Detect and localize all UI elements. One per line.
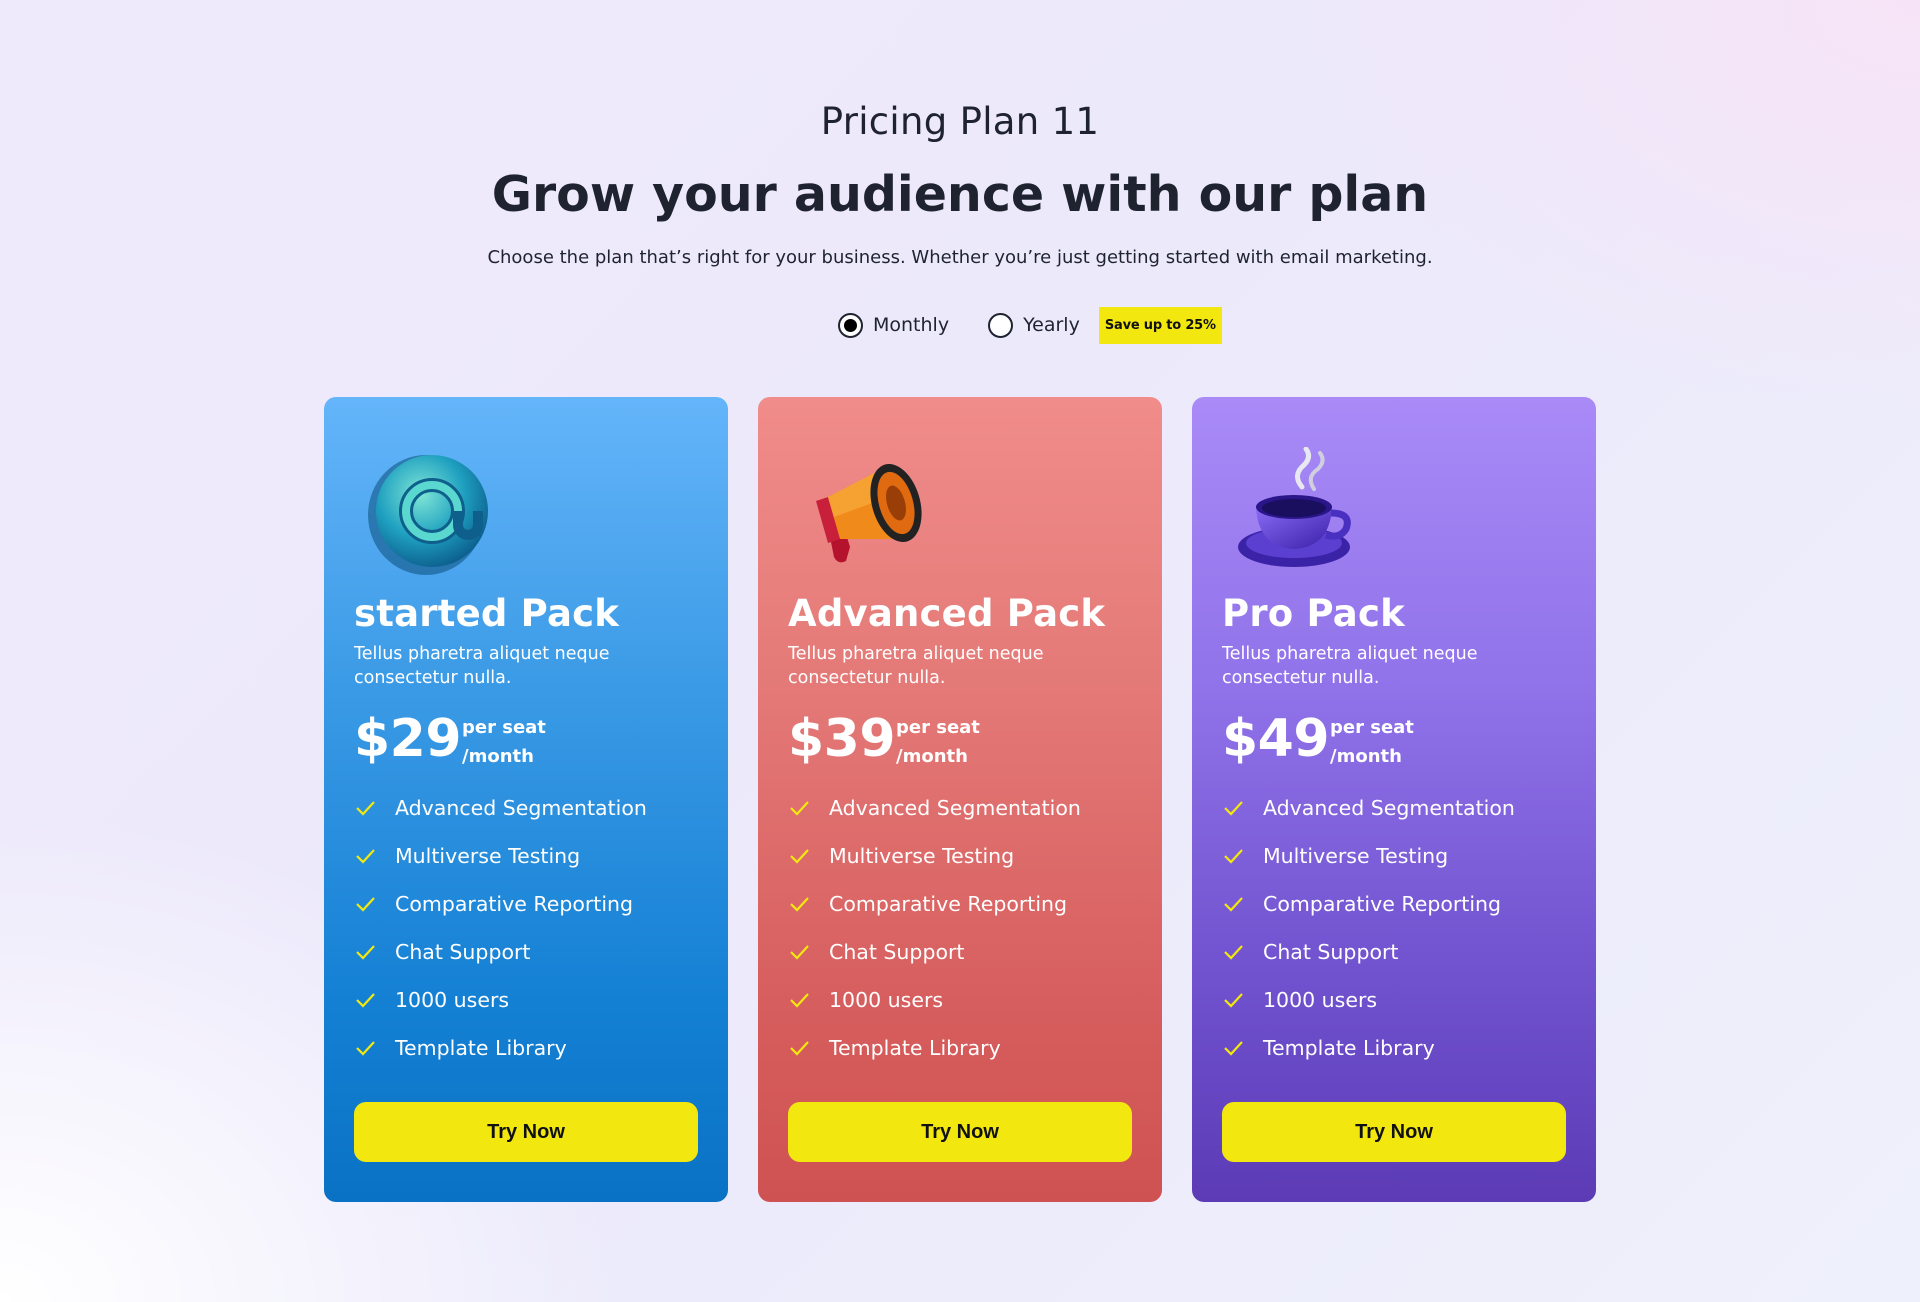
check-icon — [354, 795, 380, 821]
check-icon — [1222, 939, 1248, 965]
feature-item: 1000 users — [1222, 976, 1515, 1024]
feature-label: Template Library — [1263, 1036, 1435, 1060]
feature-label: Advanced Segmentation — [829, 796, 1081, 820]
check-icon — [1222, 843, 1248, 869]
coffee-cup-icon — [1238, 447, 1351, 567]
feature-label: Multiverse Testing — [395, 844, 581, 868]
per-month-label: /month — [896, 746, 968, 767]
feature-list: Advanced Segmentation Multiverse Testing… — [354, 784, 647, 1072]
check-icon — [788, 1035, 814, 1061]
feature-label: 1000 users — [395, 988, 510, 1012]
per-seat-label: per seat — [1330, 717, 1414, 738]
yearly-label: Yearly — [1023, 314, 1080, 336]
plan-price: $39 — [788, 709, 896, 769]
price-period: per seat /month — [1330, 713, 1414, 771]
monthly-label: Monthly — [873, 314, 950, 336]
feature-list: Advanced Segmentation Multiverse Testing… — [1222, 784, 1515, 1072]
feature-item: 1000 users — [788, 976, 1081, 1024]
feature-label: Chat Support — [829, 940, 965, 964]
check-icon — [788, 843, 814, 869]
plan-title: Pro Pack — [1222, 592, 1405, 635]
check-icon — [788, 795, 814, 821]
monthly-radio[interactable] — [838, 312, 863, 338]
feature-item: Advanced Segmentation — [1222, 784, 1515, 832]
per-seat-label: per seat — [896, 717, 980, 738]
yearly-option[interactable]: Yearly — [988, 312, 1080, 338]
plan-description: Tellus pharetra aliquet neque consectetu… — [788, 644, 1044, 688]
check-icon — [354, 939, 380, 965]
at-sign-icon — [368, 455, 488, 575]
feature-item: 1000 users — [354, 976, 647, 1024]
feature-label: Multiverse Testing — [1263, 844, 1449, 868]
plan-card-pro: Pro Pack Tellus pharetra aliquet neque c… — [1192, 397, 1596, 1202]
feature-label: Chat Support — [395, 940, 531, 964]
feature-item: Multiverse Testing — [1222, 832, 1515, 880]
check-icon — [788, 939, 814, 965]
feature-label: 1000 users — [1263, 988, 1378, 1012]
try-now-button[interactable]: Try Now — [788, 1102, 1132, 1162]
yearly-radio[interactable] — [988, 312, 1014, 338]
check-icon — [1222, 1035, 1248, 1061]
feature-item: Comparative Reporting — [788, 880, 1081, 928]
price-period: per seat /month — [896, 713, 980, 771]
feature-item: Chat Support — [354, 928, 647, 976]
feature-label: Advanced Segmentation — [395, 796, 647, 820]
megaphone-icon — [816, 463, 922, 563]
feature-label: Template Library — [395, 1036, 567, 1060]
feature-label: Comparative Reporting — [395, 892, 634, 916]
plan-card-advanced: Advanced Pack Tellus pharetra aliquet ne… — [758, 397, 1162, 1202]
plan-description: Tellus pharetra aliquet neque consectetu… — [1222, 644, 1478, 688]
monthly-option[interactable]: Monthly — [838, 312, 950, 338]
feature-item: Chat Support — [788, 928, 1081, 976]
feature-item: Advanced Segmentation — [354, 784, 647, 832]
save-badge: Save up to 25% — [1098, 306, 1222, 344]
per-seat-label: per seat — [462, 717, 546, 738]
feature-label: Multiverse Testing — [829, 844, 1015, 868]
feature-label: Comparative Reporting — [1263, 892, 1502, 916]
feature-item: Comparative Reporting — [1222, 880, 1515, 928]
check-icon — [788, 891, 814, 917]
feature-item: Chat Support — [1222, 928, 1515, 976]
section-eyebrow: Pricing Plan 11 — [820, 100, 1100, 143]
check-icon — [1222, 891, 1248, 917]
page-title: Grow your audience with our plan — [491, 166, 1429, 223]
feature-item: Template Library — [354, 1024, 647, 1072]
feature-item: Template Library — [1222, 1024, 1515, 1072]
feature-label: 1000 users — [829, 988, 944, 1012]
feature-label: Template Library — [829, 1036, 1001, 1060]
check-icon — [788, 987, 814, 1013]
plan-description: Tellus pharetra aliquet neque consectetu… — [354, 644, 610, 688]
feature-label: Advanced Segmentation — [1263, 796, 1515, 820]
try-now-button[interactable]: Try Now — [1222, 1102, 1566, 1162]
feature-label: Comparative Reporting — [829, 892, 1068, 916]
plan-title: Advanced Pack — [788, 592, 1106, 635]
per-month-label: /month — [462, 746, 534, 767]
billing-toggle: Monthly Yearly Save up to 25% — [838, 306, 1222, 344]
page-subtitle: Choose the plan that’s right for your bu… — [487, 247, 1433, 268]
feature-item: Template Library — [788, 1024, 1081, 1072]
try-now-button[interactable]: Try Now — [354, 1102, 698, 1162]
check-icon — [354, 987, 380, 1013]
check-icon — [354, 891, 380, 917]
price-period: per seat /month — [462, 713, 546, 771]
per-month-label: /month — [1330, 746, 1402, 767]
feature-item: Advanced Segmentation — [788, 784, 1081, 832]
plan-price: $29 — [354, 709, 462, 769]
check-icon — [354, 843, 380, 869]
feature-list: Advanced Segmentation Multiverse Testing… — [788, 784, 1081, 1072]
check-icon — [354, 1035, 380, 1061]
feature-label: Chat Support — [1263, 940, 1399, 964]
check-icon — [1222, 795, 1248, 821]
feature-item: Comparative Reporting — [354, 880, 647, 928]
radio-selected-dot — [844, 318, 857, 332]
check-icon — [1222, 987, 1248, 1013]
plan-card-started: started Pack Tellus pharetra aliquet neq… — [324, 397, 728, 1202]
feature-item: Multiverse Testing — [354, 832, 647, 880]
plan-price: $49 — [1222, 709, 1330, 769]
feature-item: Multiverse Testing — [788, 832, 1081, 880]
plan-title: started Pack — [354, 592, 620, 635]
